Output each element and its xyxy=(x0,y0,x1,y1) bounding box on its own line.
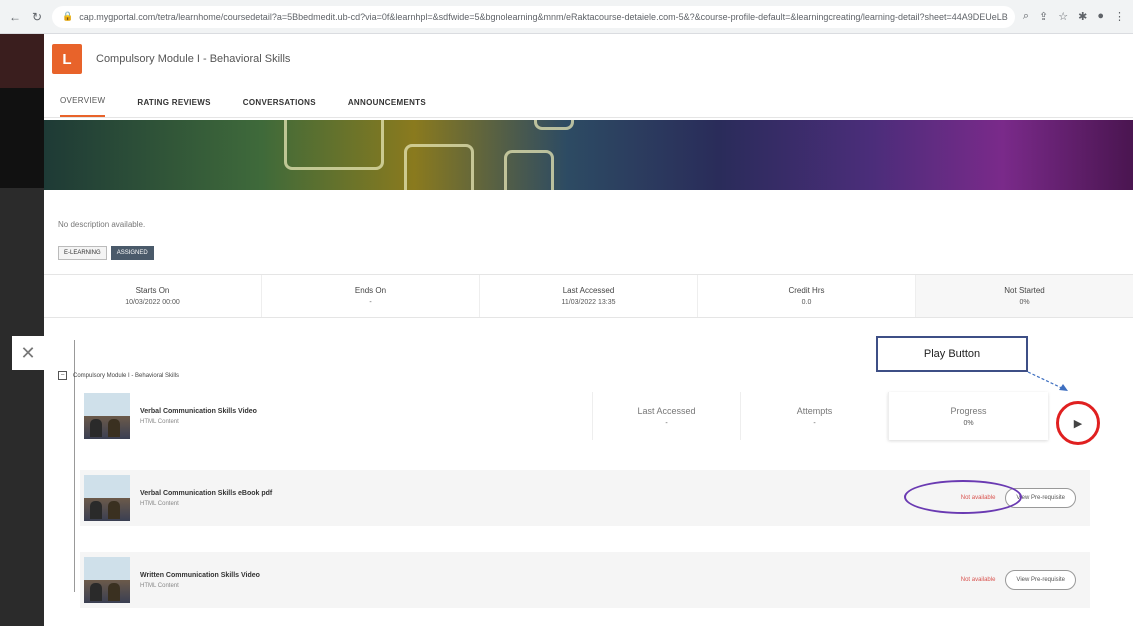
background-header xyxy=(0,34,44,88)
stat-last-accessed: Last Accessed 11/03/2022 13:35 xyxy=(480,275,698,317)
stat-label: Last Accessed xyxy=(562,286,615,295)
menu-icon[interactable]: ⋮ xyxy=(1114,10,1125,23)
banner-shape xyxy=(534,120,574,130)
tab-conversations[interactable]: CONVERSATIONS xyxy=(243,98,316,117)
collapse-toggle[interactable]: − xyxy=(58,371,67,380)
play-button-callout: Play Button xyxy=(876,336,1028,372)
stat-ends-on: Ends On - xyxy=(262,275,480,317)
course-tabs: OVERVIEW RATING REVIEWS CONVERSATIONS AN… xyxy=(44,84,1133,118)
stat-value: 0.0 xyxy=(801,299,812,306)
view-prerequisite-button[interactable]: View Pre-requisite xyxy=(1005,570,1076,590)
zoom-icon[interactable]: ⌕ xyxy=(1023,10,1029,23)
badge-status: ASSIGNED xyxy=(110,246,154,260)
module-title: Compulsory Module I - Behavioral Skills xyxy=(73,372,180,379)
item-text: Verbal Communication Skills Video HTML C… xyxy=(140,408,520,425)
lock-icon: 🔒 xyxy=(62,11,74,21)
item-text: Written Communication Skills Video HTML … xyxy=(140,572,520,589)
content-thumbnail xyxy=(84,557,130,603)
tab-overview[interactable]: OVERVIEW xyxy=(60,96,106,117)
share-icon[interactable]: ⇪ xyxy=(1039,10,1048,23)
metric-value: - xyxy=(665,419,668,427)
stat-label: Ends On xyxy=(354,286,387,295)
item-title[interactable]: Verbal Communication Skills eBook pdf xyxy=(140,490,520,497)
banner-shape xyxy=(284,120,384,170)
item-type: HTML Content xyxy=(140,582,179,589)
course-banner-image xyxy=(44,120,1133,190)
item-metrics: Last Accessed - Attempts - Progress 0% xyxy=(592,392,1048,440)
metric-label: Attempts xyxy=(796,405,833,416)
extension-icon[interactable]: ✱ xyxy=(1078,10,1087,23)
stat-label: Credit Hrs xyxy=(788,286,825,295)
reload-icon[interactable]: ↻ xyxy=(30,10,44,24)
stat-credit-hrs: Credit Hrs 0.0 xyxy=(698,275,916,317)
item-type: HTML Content xyxy=(140,500,179,507)
close-icon[interactable]: ✕ xyxy=(12,336,44,370)
profile-icon[interactable]: ● xyxy=(1097,10,1104,23)
stat-starts-on: Starts On 10/03/2022 00:00 xyxy=(44,275,262,317)
play-button[interactable]: ▶ xyxy=(1056,401,1100,445)
metric-last-accessed: Last Accessed - xyxy=(592,392,740,440)
stat-progress-status: Not Started 0% xyxy=(916,275,1133,317)
stat-label: Starts On xyxy=(135,286,170,295)
metric-label: Progress xyxy=(950,405,987,416)
banner-shape xyxy=(404,144,474,190)
stat-value: 11/03/2022 13:35 xyxy=(561,299,616,306)
not-available-highlight xyxy=(904,480,1022,514)
url-text: cap.mygportal.com/tetra/learnhome/course… xyxy=(79,11,1008,22)
item-title[interactable]: Written Communication Skills Video xyxy=(140,572,520,579)
not-available-label: Not available xyxy=(960,577,996,583)
star-icon[interactable]: ☆ xyxy=(1058,10,1068,23)
course-title: Compulsory Module I - Behavioral Skills xyxy=(96,53,291,65)
item-text: Verbal Communication Skills eBook pdf HT… xyxy=(140,490,520,507)
tab-rating-reviews[interactable]: RATING REVIEWS xyxy=(137,98,210,117)
item-type: HTML Content xyxy=(140,418,179,425)
background-page-strip xyxy=(0,34,44,626)
module-header: − Compulsory Module I - Behavioral Skill… xyxy=(58,371,179,380)
course-header: L Compulsory Module I - Behavioral Skill… xyxy=(44,34,1133,84)
item-status: Not available View Pre-requisite xyxy=(961,570,1076,590)
list-item[interactable]: Written Communication Skills Video HTML … xyxy=(80,552,1090,608)
play-icon: ▶ xyxy=(1073,417,1083,430)
background-panel xyxy=(0,88,44,188)
browser-toolbar-icons: ⌕ ⇪ ☆ ✱ ● ⋮ xyxy=(1023,10,1125,23)
course-badges: E-LEARNING ASSIGNED xyxy=(58,246,154,260)
item-title[interactable]: Verbal Communication Skills Video xyxy=(140,408,520,415)
stat-value: - xyxy=(369,299,372,306)
course-detail-panel: L Compulsory Module I - Behavioral Skill… xyxy=(44,34,1133,626)
course-stats: Starts On 10/03/2022 00:00 Ends On - Las… xyxy=(44,274,1133,318)
content-thumbnail xyxy=(84,393,130,439)
metric-attempts: Attempts - xyxy=(740,392,888,440)
content-thumbnail xyxy=(84,475,130,521)
badge-type: E-LEARNING xyxy=(58,246,107,260)
browser-address-bar: ← ↻ 🔒 cap.mygportal.com/tetra/learnhome/… xyxy=(0,0,1133,34)
metric-progress: Progress 0% xyxy=(888,392,1048,440)
banner-shape xyxy=(504,150,554,190)
url-field[interactable]: 🔒 cap.mygportal.com/tetra/learnhome/cour… xyxy=(52,5,1015,28)
stat-value: 10/03/2022 00:00 xyxy=(125,299,180,306)
stat-label: Not Started xyxy=(1004,286,1045,295)
stat-value: 0% xyxy=(1019,299,1030,306)
course-description: No description available. xyxy=(58,220,146,229)
back-arrow-icon[interactable]: ← xyxy=(8,10,22,24)
metric-value: 0% xyxy=(963,419,974,427)
tab-announcements[interactable]: ANNOUNCEMENTS xyxy=(348,98,426,117)
metric-value: - xyxy=(813,419,816,427)
list-item[interactable]: Verbal Communication Skills Video HTML C… xyxy=(80,388,1090,444)
metric-label: Last Accessed xyxy=(637,405,696,416)
course-logo: L xyxy=(52,44,82,74)
